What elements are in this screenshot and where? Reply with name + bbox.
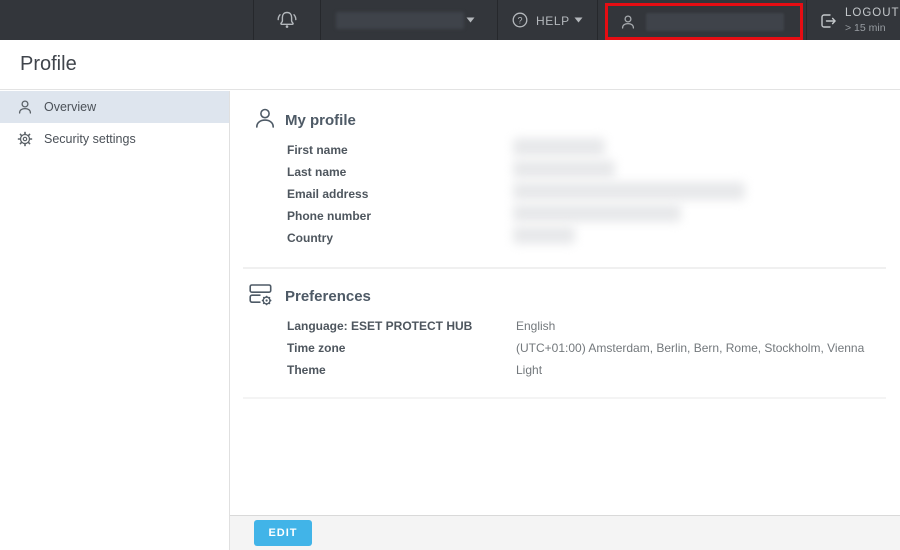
section-title-preferences: Preferences	[285, 288, 371, 305]
field-label-country: Country	[287, 231, 333, 245]
field-label-email-address: Email address	[287, 187, 368, 201]
page-header: Profile	[0, 40, 900, 90]
section-title-my-profile: My profile	[285, 112, 356, 129]
logout-icon	[818, 11, 838, 31]
sidebar-item-overview[interactable]: Overview	[0, 91, 229, 123]
field-label-phone-number: Phone number	[287, 209, 371, 223]
field-value-time-zone: (UTC+01:00) Amsterdam, Berlin, Bern, Rom…	[516, 341, 864, 355]
redacted-username	[646, 13, 784, 31]
edit-button[interactable]: EDIT	[254, 520, 312, 546]
field-value-language: English	[516, 319, 555, 333]
redacted-phone-number	[513, 204, 681, 222]
chevron-down-icon	[466, 17, 475, 23]
chevron-down-icon	[574, 17, 583, 23]
help-icon: ?	[512, 12, 528, 28]
section-divider	[243, 267, 886, 269]
help-menu[interactable]: ? HELP	[505, 0, 595, 40]
logout-label: LOGOUT	[845, 7, 900, 20]
person-icon	[17, 99, 33, 115]
field-value-theme: Light	[516, 363, 542, 377]
page-title: Profile	[20, 53, 77, 76]
person-icon	[253, 106, 277, 130]
redacted-last-name	[513, 160, 615, 178]
field-label-last-name: Last name	[287, 165, 346, 179]
user-menu[interactable]	[608, 6, 800, 37]
field-label-theme: Theme	[287, 363, 326, 377]
logout-timeout: > 15 min	[845, 22, 900, 34]
sidebar-item-label: Overview	[44, 100, 96, 114]
help-label: HELP	[536, 14, 570, 28]
field-label-first-name: First name	[287, 143, 348, 157]
topbar-divider	[253, 0, 254, 40]
section-divider	[243, 397, 886, 399]
preferences-icon	[247, 281, 274, 308]
redacted-email-address	[513, 182, 745, 200]
notifications-button[interactable]	[274, 8, 300, 32]
organization-dropdown[interactable]	[330, 0, 490, 40]
redacted-organization-name	[336, 12, 464, 29]
sidebar-item-security-settings[interactable]: Security settings	[0, 123, 229, 155]
user-icon	[620, 14, 636, 30]
logout-button[interactable]: LOGOUT > 15 min	[812, 0, 900, 40]
annotation-highlight	[605, 3, 803, 40]
topbar: ? HELP LOGOUT	[0, 0, 900, 40]
svg-text:?: ?	[517, 15, 522, 25]
redacted-first-name	[513, 138, 605, 156]
redacted-country	[513, 226, 575, 244]
field-label-time-zone: Time zone	[287, 341, 345, 355]
topbar-divider	[320, 0, 321, 40]
topbar-divider	[497, 0, 498, 40]
sidebar: Overview Security settings	[0, 91, 229, 550]
sidebar-item-label: Security settings	[44, 132, 136, 146]
panel-footer: EDIT	[230, 515, 900, 550]
bell-icon	[274, 8, 300, 32]
topbar-divider	[806, 0, 807, 40]
gear-icon	[17, 131, 33, 147]
profile-overview-panel: My profile First name Last name Email ad…	[229, 91, 900, 550]
field-label-language: Language: ESET PROTECT HUB	[287, 319, 472, 333]
topbar-divider	[597, 0, 598, 40]
